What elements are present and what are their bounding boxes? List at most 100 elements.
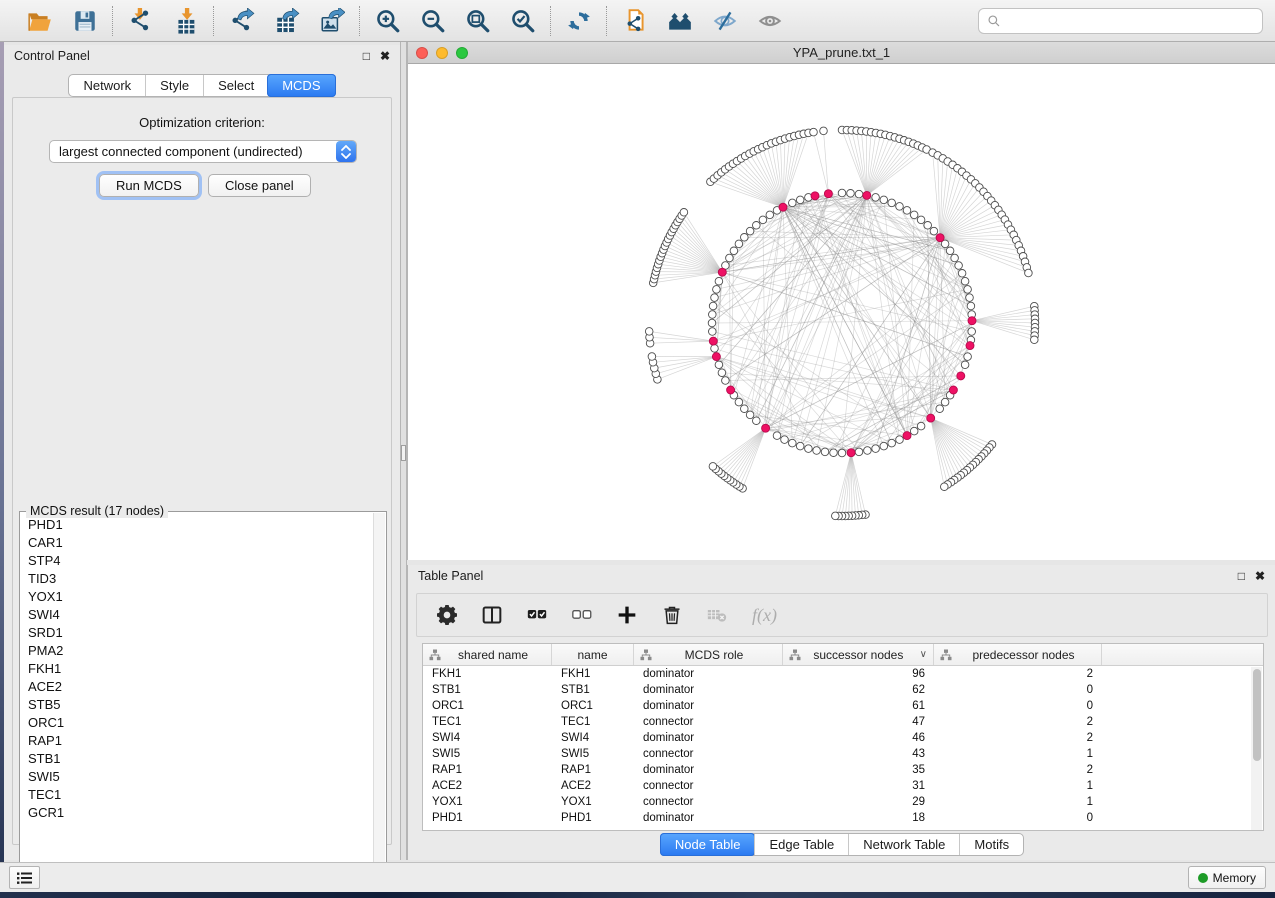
table-cell[interactable]: 1 bbox=[934, 748, 1102, 760]
float-panel-icon[interactable]: □ bbox=[363, 50, 370, 62]
table-scrollbar-thumb[interactable] bbox=[1253, 669, 1261, 761]
mcds-result-item[interactable]: TID3 bbox=[21, 569, 367, 587]
column-header-shared-name[interactable]: shared name bbox=[423, 644, 552, 665]
table-cell[interactable]: 35 bbox=[783, 764, 934, 776]
mcds-result-item[interactable]: ORC1 bbox=[21, 713, 367, 731]
table-row[interactable]: YOX1YOX1connector291 bbox=[423, 794, 1263, 810]
mcds-result-item[interactable]: ACE2 bbox=[21, 677, 367, 695]
mcds-result-item[interactable]: SRD1 bbox=[21, 623, 367, 641]
import-table-icon[interactable] bbox=[172, 7, 199, 34]
table-cell[interactable]: 0 bbox=[934, 684, 1102, 696]
export-network-icon[interactable] bbox=[228, 7, 255, 34]
table-cell[interactable]: 43 bbox=[783, 748, 934, 760]
column-header-name[interactable]: name bbox=[552, 644, 634, 665]
mcds-result-item[interactable]: PHD1 bbox=[21, 515, 367, 533]
table-cell[interactable]: 2 bbox=[934, 764, 1102, 776]
search-input[interactable] bbox=[1007, 14, 1254, 28]
table-cell[interactable]: dominator bbox=[634, 668, 783, 680]
table-cell[interactable]: connector bbox=[634, 748, 783, 760]
table-cell[interactable]: STB1 bbox=[423, 684, 552, 696]
table-cell[interactable]: SWI4 bbox=[423, 732, 552, 744]
table-row[interactable]: ORC1ORC1dominator610 bbox=[423, 698, 1263, 714]
close-panel-icon[interactable]: ✖ bbox=[380, 50, 390, 62]
table-cell[interactable]: dominator bbox=[634, 732, 783, 744]
table-row[interactable]: PHD1PHD1dominator180 bbox=[423, 810, 1263, 826]
mcds-result-item[interactable]: CAR1 bbox=[21, 533, 367, 551]
split-columns-icon[interactable] bbox=[482, 603, 502, 627]
mcds-result-item[interactable]: PMA2 bbox=[21, 641, 367, 659]
memory-button[interactable]: Memory bbox=[1188, 866, 1266, 889]
table-cell[interactable]: SWI5 bbox=[423, 748, 552, 760]
zoom-out-icon[interactable] bbox=[419, 7, 446, 34]
table-row[interactable]: TEC1TEC1connector472 bbox=[423, 714, 1263, 730]
mcds-result-item[interactable]: TEC1 bbox=[21, 785, 367, 803]
table-row[interactable]: FKH1FKH1dominator962 bbox=[423, 666, 1263, 682]
hide-selected-icon[interactable] bbox=[711, 7, 738, 34]
mcds-result-item[interactable]: STB5 bbox=[21, 695, 367, 713]
tab-mcds[interactable]: MCDS bbox=[267, 74, 335, 97]
open-file-icon[interactable] bbox=[26, 7, 53, 34]
table-cell[interactable]: 1 bbox=[934, 780, 1102, 792]
table-cell[interactable]: PHD1 bbox=[552, 812, 634, 824]
table-cell[interactable]: 1 bbox=[934, 796, 1102, 808]
table-cell[interactable]: YOX1 bbox=[552, 796, 634, 808]
table-cell[interactable]: TEC1 bbox=[552, 716, 634, 728]
mcds-result-item[interactable]: FKH1 bbox=[21, 659, 367, 677]
column-header-MCDS-role[interactable]: MCDS role bbox=[634, 644, 783, 665]
table-cell[interactable]: SWI5 bbox=[552, 748, 634, 760]
add-column-icon[interactable] bbox=[617, 603, 637, 627]
table-cell[interactable]: 62 bbox=[783, 684, 934, 696]
table-cell[interactable]: 47 bbox=[783, 716, 934, 728]
splitter-handle[interactable] bbox=[401, 445, 406, 461]
search-box[interactable] bbox=[978, 8, 1263, 34]
table-cell[interactable]: STB1 bbox=[552, 684, 634, 696]
table-row[interactable]: STB1STB1dominator620 bbox=[423, 682, 1263, 698]
export-table-icon[interactable] bbox=[273, 7, 300, 34]
table-cell[interactable]: dominator bbox=[634, 700, 783, 712]
zoom-fit-icon[interactable] bbox=[464, 7, 491, 34]
table-cell[interactable]: 2 bbox=[934, 732, 1102, 744]
share-document-icon[interactable] bbox=[621, 7, 648, 34]
table-row[interactable]: SWI4SWI4dominator462 bbox=[423, 730, 1263, 746]
table-cell[interactable]: 0 bbox=[934, 812, 1102, 824]
mcds-result-item[interactable]: STP4 bbox=[21, 551, 367, 569]
zoom-in-icon[interactable] bbox=[374, 7, 401, 34]
zoom-selected-icon[interactable] bbox=[509, 7, 536, 34]
table-row[interactable]: SWI5SWI5connector431 bbox=[423, 746, 1263, 762]
table-cell[interactable]: SWI4 bbox=[552, 732, 634, 744]
table-cell[interactable]: PHD1 bbox=[423, 812, 552, 824]
table-cell[interactable]: FKH1 bbox=[423, 668, 552, 680]
show-all-icon[interactable] bbox=[756, 7, 783, 34]
table-cell[interactable]: YOX1 bbox=[423, 796, 552, 808]
mcds-result-item[interactable]: GCR1 bbox=[21, 803, 367, 821]
optimization-criterion-dropdown[interactable]: largest connected component (undirected) bbox=[49, 140, 357, 163]
table-cell[interactable]: 2 bbox=[934, 716, 1102, 728]
table-cell[interactable]: connector bbox=[634, 780, 783, 792]
table-cell[interactable]: dominator bbox=[634, 684, 783, 696]
column-header-predecessor-nodes[interactable]: predecessor nodes bbox=[934, 644, 1102, 665]
table-row[interactable]: RAP1RAP1dominator352 bbox=[423, 762, 1263, 778]
mcds-result-item[interactable]: RAP1 bbox=[21, 731, 367, 749]
tab-select[interactable]: Select bbox=[203, 75, 268, 96]
mcds-result-item[interactable]: YOX1 bbox=[21, 587, 367, 605]
table-cell[interactable]: 18 bbox=[783, 812, 934, 824]
import-network-icon[interactable] bbox=[127, 7, 154, 34]
table-cell[interactable]: 0 bbox=[934, 700, 1102, 712]
close-panel-button[interactable]: Close panel bbox=[208, 174, 311, 197]
table-cell[interactable]: 31 bbox=[783, 780, 934, 792]
tab-edge-table[interactable]: Edge Table bbox=[754, 834, 848, 855]
table-cell[interactable]: RAP1 bbox=[423, 764, 552, 776]
table-cell[interactable]: ORC1 bbox=[423, 700, 552, 712]
select-all-rows-icon[interactable] bbox=[527, 603, 547, 627]
table-settings-icon[interactable] bbox=[437, 603, 457, 627]
tab-motifs[interactable]: Motifs bbox=[959, 834, 1023, 855]
export-image-icon[interactable] bbox=[318, 7, 345, 34]
tab-network-table[interactable]: Network Table bbox=[848, 834, 959, 855]
table-cell[interactable]: FKH1 bbox=[552, 668, 634, 680]
table-cell[interactable]: connector bbox=[634, 796, 783, 808]
refresh-view-icon[interactable] bbox=[565, 7, 592, 34]
table-cell[interactable]: 61 bbox=[783, 700, 934, 712]
deselect-all-rows-icon[interactable] bbox=[572, 603, 592, 627]
table-cell[interactable]: RAP1 bbox=[552, 764, 634, 776]
delete-columns-icon[interactable] bbox=[662, 603, 682, 627]
